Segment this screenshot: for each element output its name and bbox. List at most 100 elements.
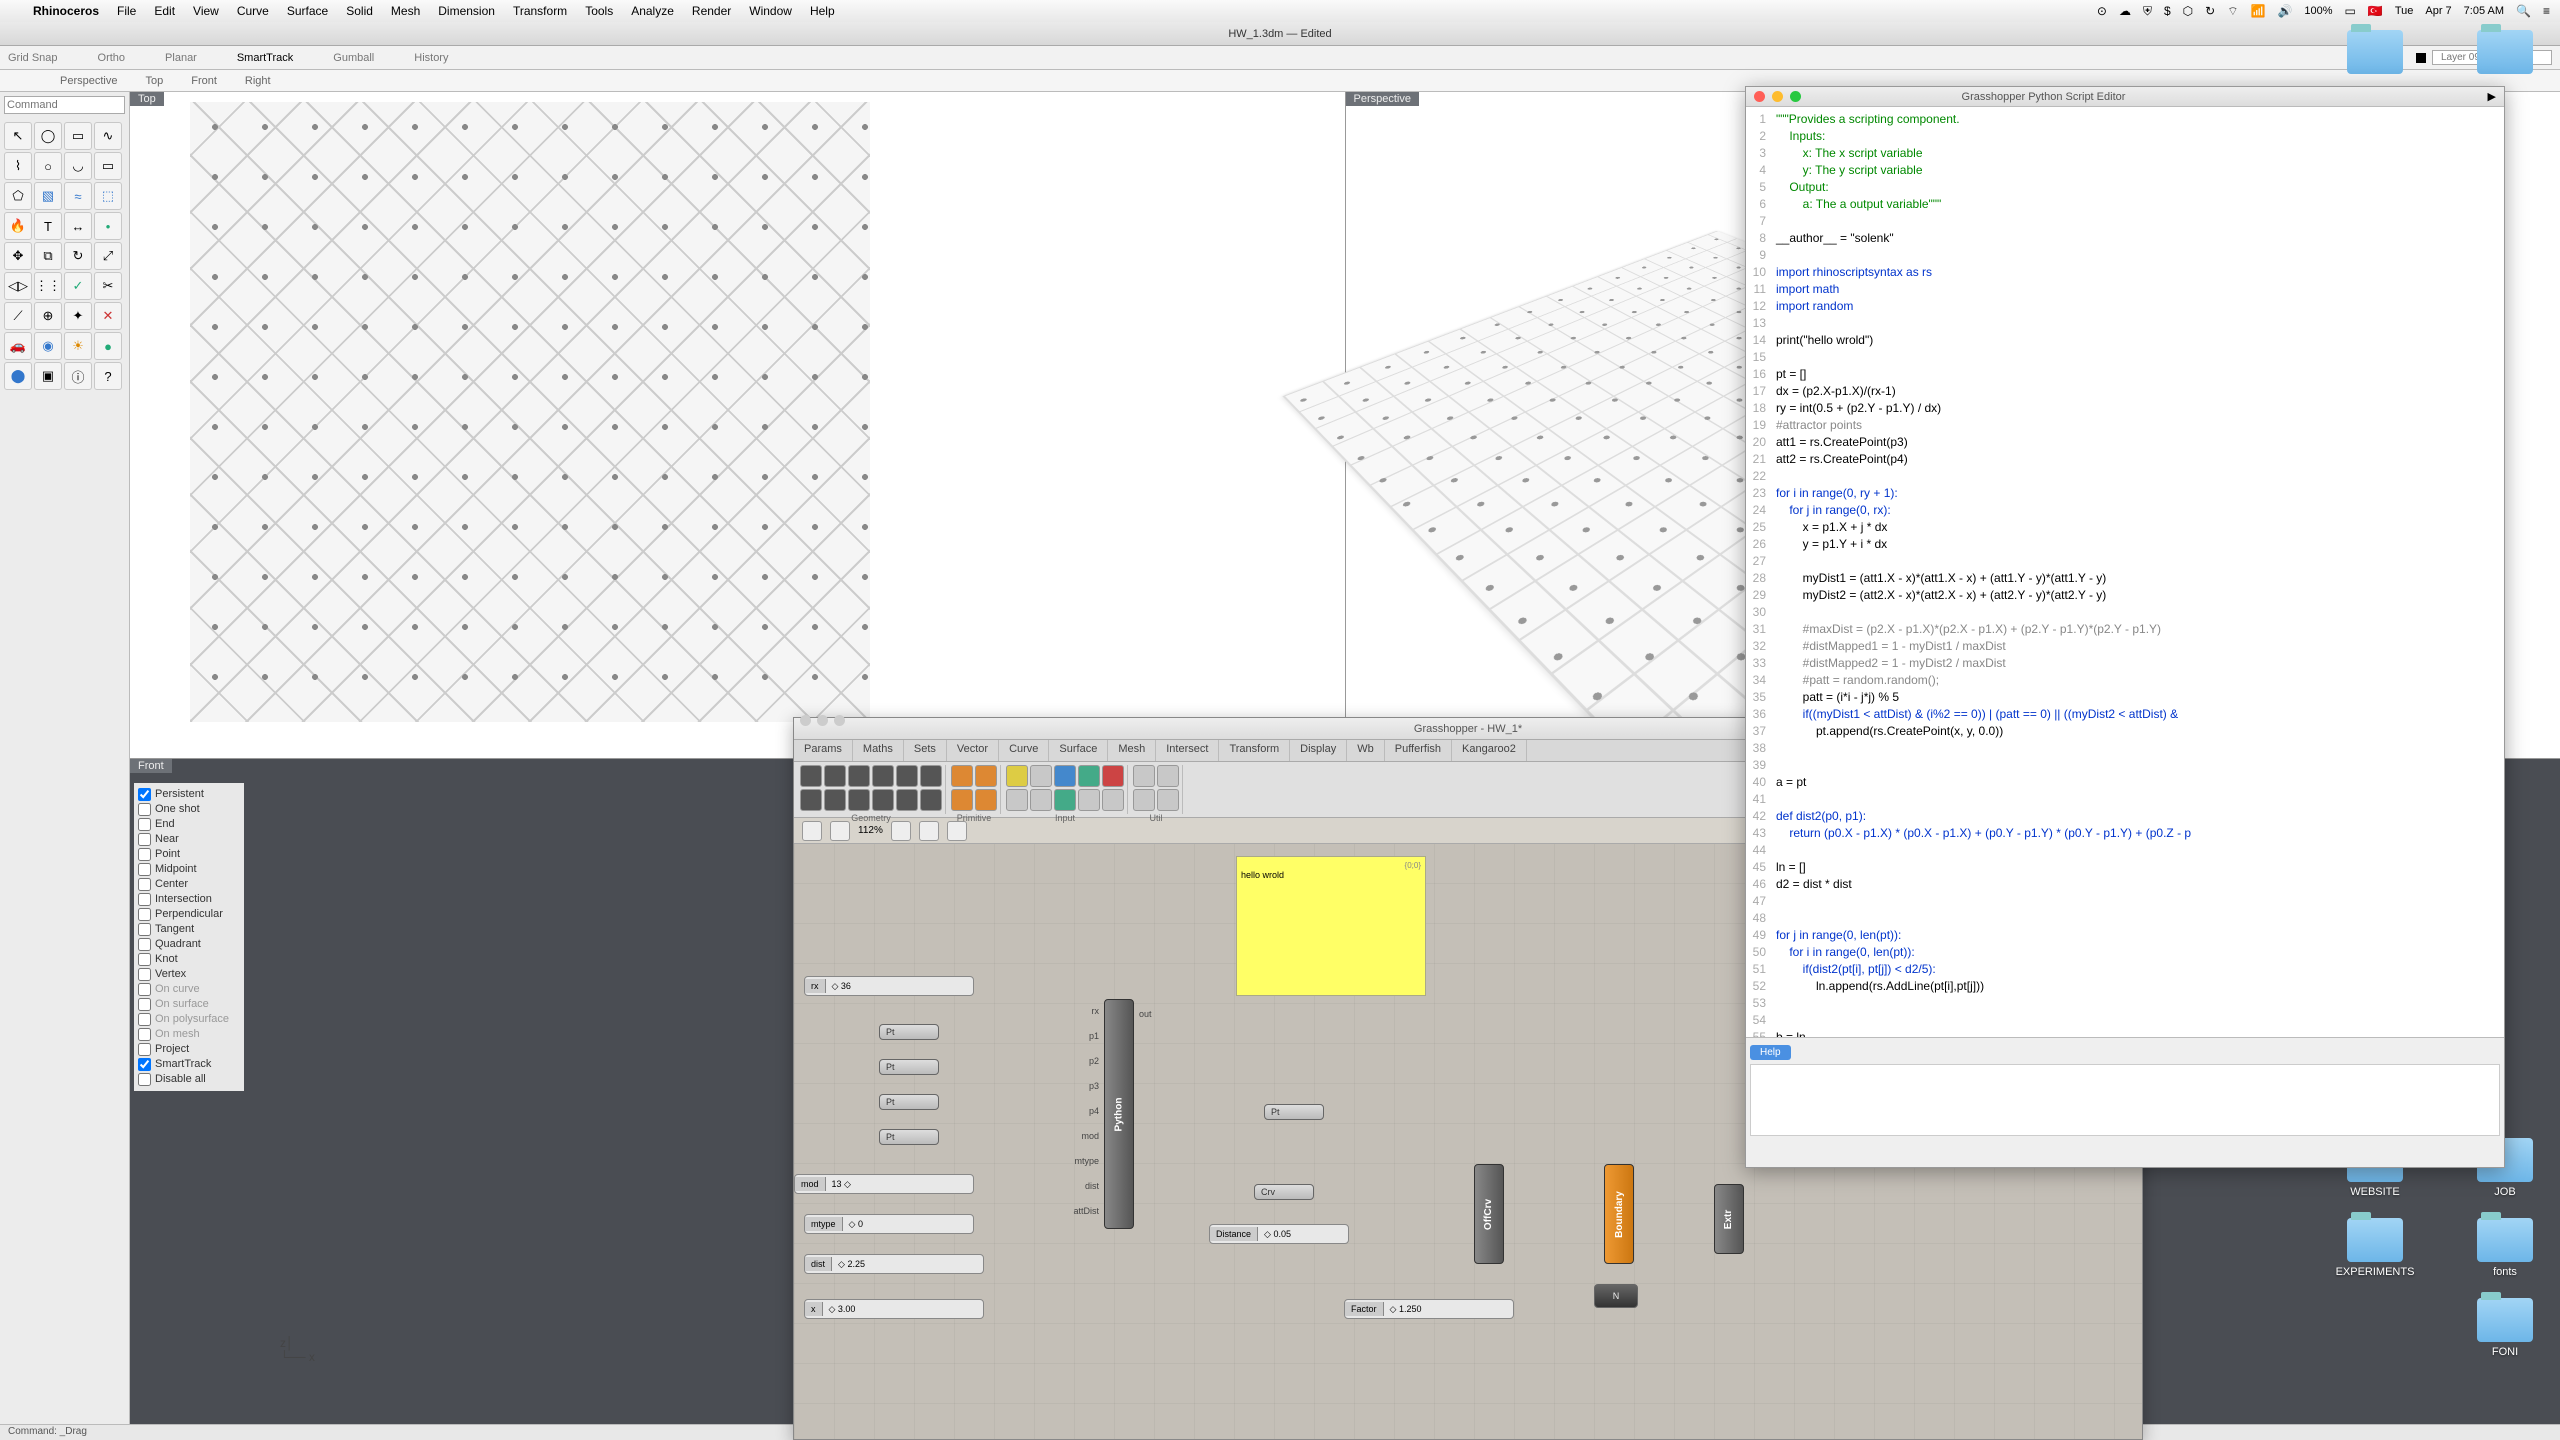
gh-zoom-value[interactable]: 112% <box>858 825 883 836</box>
check-tool-icon[interactable]: ✓ <box>64 272 92 300</box>
osnap-on-surface[interactable]: On surface <box>138 997 240 1012</box>
python-code-area[interactable]: 1"""Provides a scripting component.2 Inp… <box>1746 107 2504 1037</box>
gh-sketch-icon[interactable] <box>947 821 967 841</box>
rectangle-select-icon[interactable]: ▭ <box>64 122 92 150</box>
gh-tab-surface[interactable]: Surface <box>1049 740 1108 761</box>
box-tool-icon[interactable]: ▣ <box>34 362 62 390</box>
view-tab-right[interactable]: Right <box>245 75 271 87</box>
desktop-folder[interactable] <box>2330 30 2420 78</box>
close-icon[interactable] <box>1754 91 1765 102</box>
gh-tab-vector[interactable]: Vector <box>947 740 999 761</box>
osnap-intersection[interactable]: Intersection <box>138 892 240 907</box>
view-tab-top[interactable]: Top <box>145 75 163 87</box>
gh-panel-output[interactable]: {0;0} hello wrold <box>1236 856 1426 996</box>
dollar-icon[interactable]: $ <box>2164 4 2171 18</box>
minimize-icon[interactable] <box>1772 91 1783 102</box>
gh-rbtn[interactable] <box>1157 789 1179 811</box>
gh-rbtn[interactable] <box>1054 765 1076 787</box>
surface-tool-icon[interactable]: ▧ <box>34 182 62 210</box>
fire-tool-icon[interactable]: 🔥 <box>4 212 32 240</box>
desktop-folder-fonts[interactable]: fonts <box>2460 1218 2550 1278</box>
osnap-smarttrack[interactable]: SmartTrack <box>138 1057 240 1072</box>
gh-rbtn[interactable] <box>1102 765 1124 787</box>
gh-rbtn[interactable] <box>824 789 846 811</box>
gh-rbtn[interactable] <box>848 789 870 811</box>
array-tool-icon[interactable]: ⋮⋮ <box>34 272 62 300</box>
mirror-tool-icon[interactable]: ◁▷ <box>4 272 32 300</box>
osnap-persistent[interactable]: Persistent <box>138 787 240 802</box>
search-icon[interactable]: 🔍 <box>2516 4 2531 18</box>
gh-rbtn[interactable] <box>1054 789 1076 811</box>
arc-tool-icon[interactable]: ◡ <box>64 152 92 180</box>
gh-param-pt[interactable]: Pt <box>879 1094 939 1110</box>
opt-gumball[interactable]: Gumball <box>333 52 374 64</box>
gh-python-component[interactable]: Python <box>1104 999 1134 1229</box>
gh-param-pt[interactable]: Pt <box>879 1024 939 1040</box>
osnap-vertex[interactable]: Vertex <box>138 967 240 982</box>
gh-rbtn[interactable] <box>1006 765 1028 787</box>
opt-planar[interactable]: Planar <box>165 52 197 64</box>
car-tool-icon[interactable]: 🚗 <box>4 332 32 360</box>
gh-min-icon[interactable] <box>817 715 828 726</box>
wifi2-icon[interactable]: 📶 <box>2250 4 2265 18</box>
menubar-view[interactable]: View <box>184 4 228 18</box>
gh-rbtn[interactable] <box>1133 765 1155 787</box>
bluetooth-icon[interactable]: ⌔ <box>2227 4 2238 19</box>
desktop-folder[interactable] <box>2460 30 2550 78</box>
gh-rbtn[interactable] <box>896 789 918 811</box>
wifi-icon[interactable]: ⊙ <box>2097 4 2107 18</box>
gh-tab-curve[interactable]: Curve <box>999 740 1049 761</box>
extrude-tool-icon[interactable]: ⬚ <box>94 182 122 210</box>
osnap-near[interactable]: Near <box>138 832 240 847</box>
gh-rbtn[interactable] <box>1078 789 1100 811</box>
sphere-tool-icon[interactable]: ⬤ <box>4 362 32 390</box>
gh-rbtn[interactable] <box>951 765 973 787</box>
dropbox-icon[interactable]: ⬡ <box>2183 4 2193 18</box>
gh-param-crv[interactable]: Crv <box>1254 1184 1314 1200</box>
gh-slider-mtype[interactable]: mtype◇ 0 <box>804 1214 974 1234</box>
gh-rbtn[interactable] <box>896 765 918 787</box>
gh-rbtn[interactable] <box>920 765 942 787</box>
gh-close-icon[interactable] <box>800 715 811 726</box>
python-editor-titlebar[interactable]: Grasshopper Python Script Editor ▶ <box>1746 87 2504 107</box>
osnap-point[interactable]: Point <box>138 847 240 862</box>
gh-negative-component[interactable]: N <box>1594 1284 1638 1308</box>
delete-tool-icon[interactable]: ✕ <box>94 302 122 330</box>
gh-tab-intersect[interactable]: Intersect <box>1156 740 1219 761</box>
gh-preview-icon[interactable] <box>919 821 939 841</box>
view-tab-front[interactable]: Front <box>191 75 217 87</box>
menubar-render[interactable]: Render <box>683 4 740 18</box>
gh-tab-kangaroo[interactable]: Kangaroo2 <box>1452 740 1527 761</box>
osnap-on-curve[interactable]: On curve <box>138 982 240 997</box>
osnap-knot[interactable]: Knot <box>138 952 240 967</box>
viewport-top[interactable]: Top <box>130 92 1345 758</box>
osnap-on-polysurface[interactable]: On polysurface <box>138 1012 240 1027</box>
menubar-transform[interactable]: Transform <box>504 4 576 18</box>
menubar-window[interactable]: Window <box>740 4 801 18</box>
circle-tool-icon[interactable]: ○ <box>34 152 62 180</box>
osnap-end[interactable]: End <box>138 817 240 832</box>
refresh-icon[interactable]: ↻ <box>2205 4 2215 18</box>
menubar-surface[interactable]: Surface <box>278 4 337 18</box>
desktop-folder-foni[interactable]: FONI <box>2460 1298 2550 1358</box>
lasso-tool-icon[interactable]: ◯ <box>34 122 62 150</box>
run-script-icon[interactable]: ▶ <box>2480 90 2504 103</box>
opt-history[interactable]: History <box>414 52 448 64</box>
gh-rbtn[interactable] <box>920 789 942 811</box>
polyline-tool-icon[interactable]: ⌇ <box>4 152 32 180</box>
text-tool-icon[interactable]: T <box>34 212 62 240</box>
help-button[interactable]: Help <box>1750 1045 1791 1060</box>
osnap-quadrant[interactable]: Quadrant <box>138 937 240 952</box>
help-tool-icon[interactable]: ? <box>94 362 122 390</box>
gh-rbtn[interactable] <box>800 789 822 811</box>
gh-max-icon[interactable] <box>834 715 845 726</box>
volume-icon[interactable]: 🔊 <box>2277 4 2292 18</box>
gh-rbtn[interactable] <box>951 789 973 811</box>
desktop-folder-experiments[interactable]: EXPERIMENTS <box>2330 1218 2420 1278</box>
render-tool-icon[interactable]: ◉ <box>34 332 62 360</box>
explode-tool-icon[interactable]: ✦ <box>64 302 92 330</box>
flag-icon[interactable]: 🇹🇷 <box>2368 4 2383 18</box>
join-tool-icon[interactable]: ⊕ <box>34 302 62 330</box>
battery-icon[interactable]: ▭ <box>2345 4 2356 18</box>
gh-rbtn[interactable] <box>1078 765 1100 787</box>
